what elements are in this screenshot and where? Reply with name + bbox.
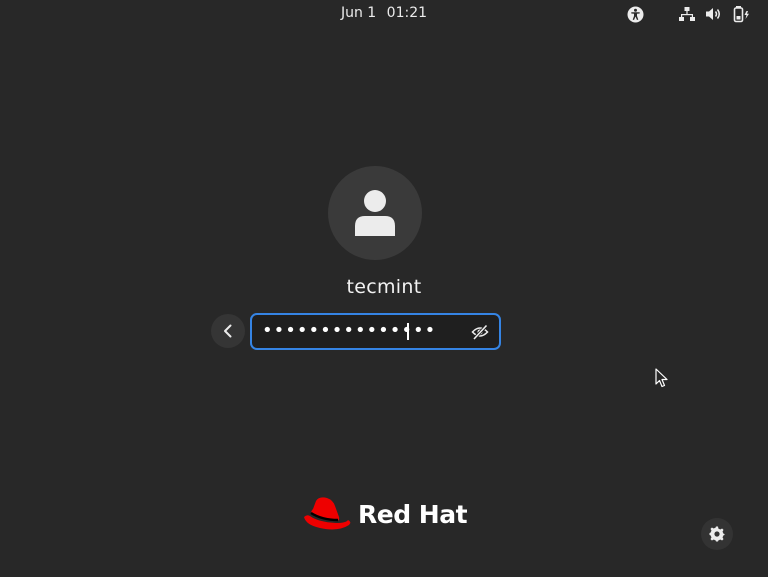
- battery-icon[interactable]: [733, 5, 751, 23]
- mouse-pointer-icon: [655, 368, 669, 392]
- red-hat-logo: [304, 497, 351, 530]
- chevron-left-icon: [224, 324, 232, 338]
- gear-icon: [709, 526, 725, 542]
- accessibility-icon[interactable]: [626, 5, 644, 23]
- volume-icon[interactable]: [705, 5, 723, 23]
- eye-slash-icon[interactable]: [471, 323, 489, 341]
- network-icon[interactable]: [678, 5, 696, 23]
- login-screen: Jun 1 01:21 tecmint ••••••••••••••• Red …: [0, 0, 768, 577]
- clock[interactable]: Jun 1 01:21: [0, 5, 768, 21]
- brand-logo: Red Hat: [302, 494, 468, 534]
- brand-name: Red Hat: [358, 499, 468, 529]
- top-bar: Jun 1 01:21: [0, 0, 768, 28]
- username-label: tecmint: [346, 276, 422, 298]
- clock-date: Jun 1: [340, 5, 377, 21]
- back-button[interactable]: [211, 314, 245, 348]
- clock-time: 01:21: [386, 5, 428, 21]
- text-caret: [407, 323, 409, 340]
- settings-button[interactable]: [701, 518, 733, 550]
- password-input[interactable]: •••••••••••••••: [250, 313, 501, 350]
- user-icon: [355, 190, 395, 236]
- user-avatar[interactable]: [328, 166, 422, 260]
- password-value: •••••••••••••••: [262, 320, 437, 341]
